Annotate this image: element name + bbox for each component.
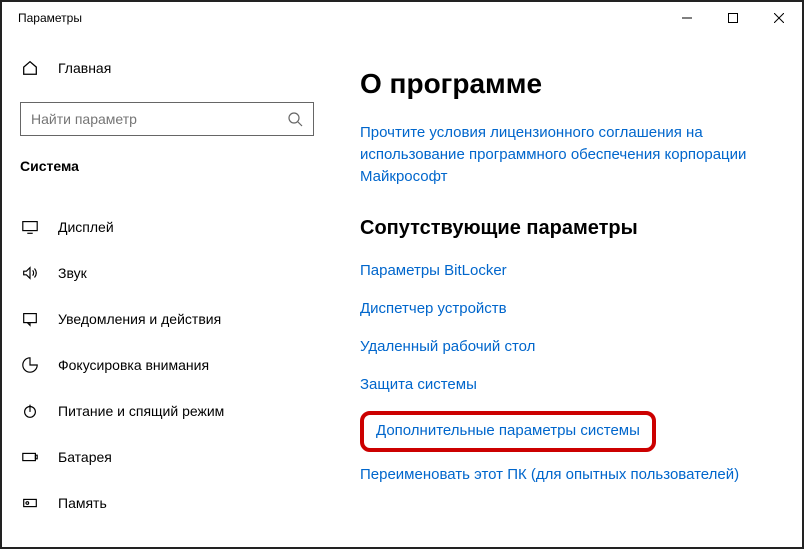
- link-remote-desktop[interactable]: Удаленный рабочий стол: [360, 336, 766, 358]
- sidebar-item-label: Память: [58, 495, 107, 511]
- sidebar-item-notifications[interactable]: Уведомления и действия: [20, 296, 314, 342]
- window-title: Параметры: [18, 11, 82, 25]
- home-nav-item[interactable]: Главная: [20, 48, 314, 88]
- link-bitlocker[interactable]: Параметры BitLocker: [360, 260, 766, 282]
- home-label: Главная: [58, 60, 111, 76]
- sidebar-item-focus[interactable]: Фокусировка внимания: [20, 342, 314, 388]
- minimize-button[interactable]: [664, 2, 710, 34]
- license-link[interactable]: Прочтите условия лицензионного соглашени…: [360, 122, 760, 187]
- battery-icon: [20, 447, 40, 467]
- link-advanced-system[interactable]: Дополнительные параметры системы: [376, 420, 640, 442]
- link-system-protection[interactable]: Защита системы: [360, 374, 766, 396]
- display-icon: [20, 217, 40, 237]
- page-title: О программе: [360, 68, 766, 100]
- sidebar-item-power[interactable]: Питание и спящий режим: [20, 388, 314, 434]
- link-device-manager[interactable]: Диспетчер устройств: [360, 298, 766, 320]
- search-input[interactable]: [20, 102, 314, 136]
- sound-icon: [20, 263, 40, 283]
- sidebar-item-sound[interactable]: Звук: [20, 250, 314, 296]
- sidebar-section-title: Система: [20, 158, 314, 174]
- main-content: О программе Прочтите условия лицензионно…: [330, 34, 802, 547]
- home-icon: [20, 59, 40, 77]
- focus-icon: [20, 355, 40, 375]
- window-controls: [664, 2, 802, 34]
- close-button[interactable]: [756, 2, 802, 34]
- highlight-annotation: Дополнительные параметры системы: [360, 411, 656, 452]
- sidebar-item-label: Фокусировка внимания: [58, 357, 209, 373]
- storage-icon: [20, 493, 40, 513]
- related-heading: Сопутствующие параметры: [360, 217, 766, 240]
- sidebar-item-storage[interactable]: Память: [20, 480, 314, 526]
- power-icon: [20, 401, 40, 421]
- sidebar-item-label: Уведомления и действия: [58, 311, 221, 327]
- sidebar-item-label: Питание и спящий режим: [58, 403, 224, 419]
- sidebar-item-label: Звук: [58, 265, 87, 281]
- sidebar-item-display[interactable]: Дисплей: [20, 204, 314, 250]
- notifications-icon: [20, 309, 40, 329]
- sidebar-item-label: Дисплей: [58, 219, 114, 235]
- sidebar-item-label: Батарея: [58, 449, 112, 465]
- link-rename-pc[interactable]: Переименовать этот ПК (для опытных польз…: [360, 464, 766, 486]
- sidebar-item-battery[interactable]: Батарея: [20, 434, 314, 480]
- search-icon: [287, 111, 303, 127]
- search-field[interactable]: [31, 111, 287, 127]
- sidebar: Главная Система Дисплей: [2, 34, 330, 547]
- maximize-button[interactable]: [710, 2, 756, 34]
